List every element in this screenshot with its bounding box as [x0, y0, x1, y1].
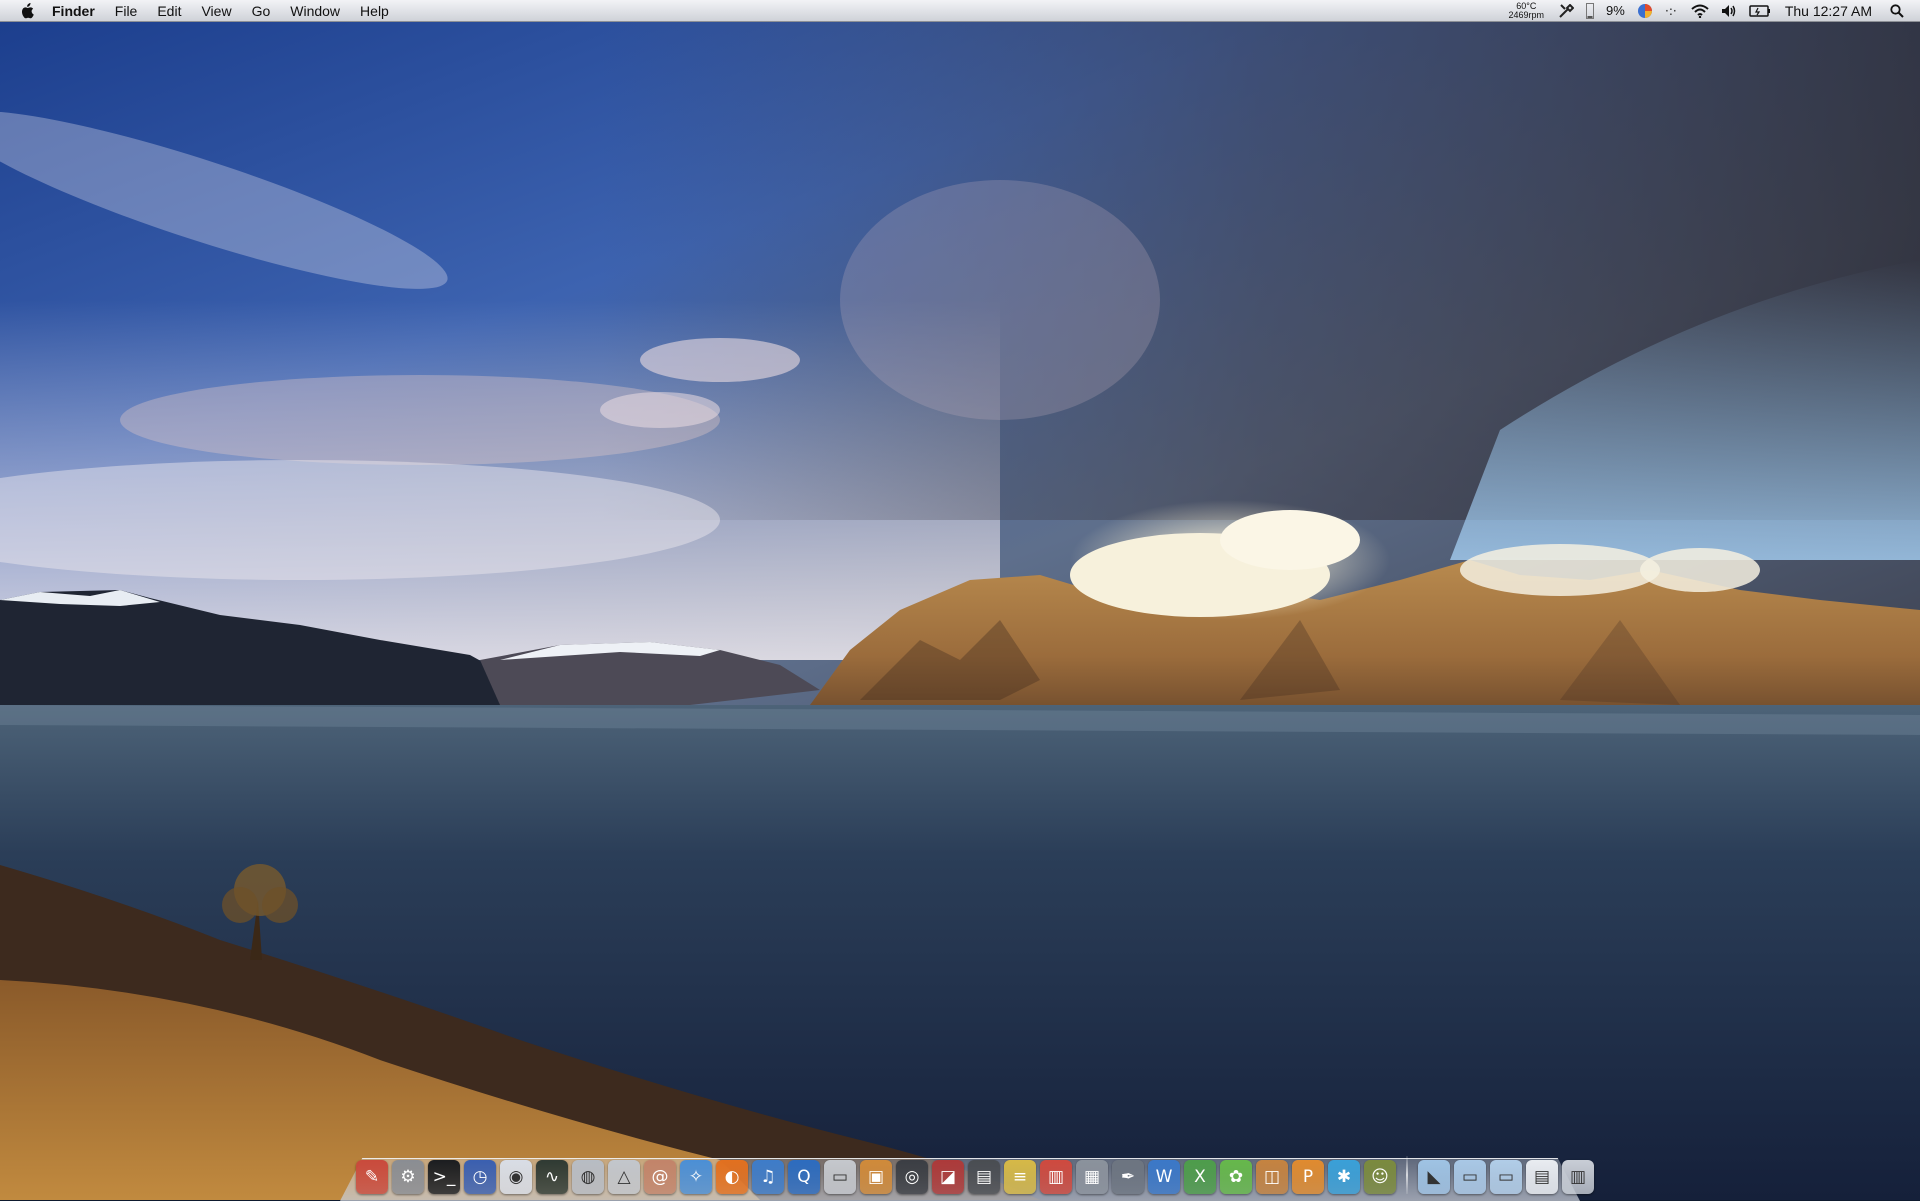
menu-window[interactable]: Window — [280, 0, 350, 22]
dock: ✎ ⚙ >_ ◷ ◉ ∿ ◍ △ @ ✧ ◐ ♫ Q ▭ ▣ ◎ ◪ ▤ ≡ ▥ ▦ ✒ W X ✿ ◫ P ✱ ☺ ◣ ▭ ▭ ▤ ▥ — [356, 1150, 1594, 1194]
fan-speed-reading: 2469rpm — [1508, 9, 1545, 20]
battery-icon[interactable] — [1749, 0, 1771, 22]
system-preferences-icon[interactable]: ⚙ — [392, 1160, 424, 1194]
documents-folder-icon[interactable]: ▭ — [1454, 1160, 1486, 1194]
notes-icon[interactable]: ≡ — [1004, 1160, 1036, 1194]
trash-icon[interactable]: ▥ — [1562, 1160, 1594, 1194]
utility-icon[interactable]: ▤ — [968, 1160, 1000, 1194]
downloads-folder-icon[interactable]: ▭ — [1490, 1160, 1522, 1194]
bluetooth-icon[interactable]: ·:· — [1665, 0, 1679, 22]
dashboard-icon[interactable]: ▦ — [1076, 1160, 1108, 1194]
applications-folder-icon[interactable]: ◣ — [1418, 1160, 1450, 1194]
time-machine-icon[interactable]: ◷ — [464, 1160, 496, 1194]
address-book-icon[interactable]: @ — [644, 1160, 676, 1194]
word-icon[interactable]: W — [1148, 1160, 1180, 1194]
dvd-player-icon[interactable]: ▭ — [824, 1160, 856, 1194]
desktop-wallpaper — [0, 0, 1920, 1200]
wifi-icon[interactable] — [1691, 0, 1709, 22]
messenger-icon[interactable]: ✿ — [1220, 1160, 1252, 1194]
firefox-icon[interactable]: ◐ — [716, 1160, 748, 1194]
spotlight-search-icon[interactable] — [1890, 0, 1904, 22]
menu-bar: Finder File Edit View Go Window Help 60°… — [0, 0, 1920, 22]
cpu-meter-icon[interactable] — [1586, 0, 1595, 22]
photo-booth-icon[interactable]: ◪ — [932, 1160, 964, 1194]
finder-icon[interactable]: ✎ — [356, 1160, 388, 1194]
powerpoint-icon[interactable]: P — [1292, 1160, 1324, 1194]
menu-view[interactable]: View — [191, 0, 241, 22]
script-editor-icon[interactable]: ✒ — [1112, 1160, 1144, 1194]
menu-file[interactable]: File — [105, 0, 148, 22]
tools-icon[interactable] — [1558, 0, 1575, 22]
apple-logo-icon[interactable] — [16, 0, 38, 22]
quicktime-icon[interactable]: Q — [788, 1160, 820, 1194]
memory-pie-icon[interactable] — [1637, 0, 1653, 22]
wifi-scanner-icon[interactable]: ◉ — [500, 1160, 532, 1194]
automator-icon[interactable]: ☺ — [1364, 1160, 1396, 1194]
network-icon[interactable]: ✱ — [1328, 1160, 1360, 1194]
dock-separator[interactable] — [1406, 1156, 1408, 1194]
disk-utility-icon[interactable]: ◍ — [572, 1160, 604, 1194]
volume-icon[interactable] — [1721, 0, 1737, 22]
excel-icon[interactable]: X — [1184, 1160, 1216, 1194]
terminal-icon[interactable]: >_ — [428, 1160, 460, 1194]
keynote-icon[interactable]: ◫ — [1256, 1160, 1288, 1194]
camera-icon[interactable]: ◎ — [896, 1160, 928, 1194]
cpu-percent[interactable]: 9% — [1606, 0, 1625, 22]
safari-icon[interactable]: ✧ — [680, 1160, 712, 1194]
menu-go[interactable]: Go — [242, 0, 281, 22]
activity-monitor-icon[interactable]: ∿ — [536, 1160, 568, 1194]
iphoto-icon[interactable]: ▣ — [860, 1160, 892, 1194]
svg-text:·:·: ·:· — [1665, 5, 1677, 17]
menu-clock[interactable]: Thu 12:27 AM — [1785, 3, 1872, 19]
parallels-icon[interactable]: ▥ — [1040, 1160, 1072, 1194]
grapher-icon[interactable]: △ — [608, 1160, 640, 1194]
screen-capture-icon[interactable]: ▤ — [1526, 1160, 1558, 1194]
menu-help[interactable]: Help — [350, 0, 399, 22]
menu-edit[interactable]: Edit — [147, 0, 191, 22]
temperature-monitor[interactable]: 60°C 2469rpm — [1508, 1, 1545, 20]
menu-app-finder[interactable]: Finder — [48, 0, 105, 22]
itunes-icon[interactable]: ♫ — [752, 1160, 784, 1194]
